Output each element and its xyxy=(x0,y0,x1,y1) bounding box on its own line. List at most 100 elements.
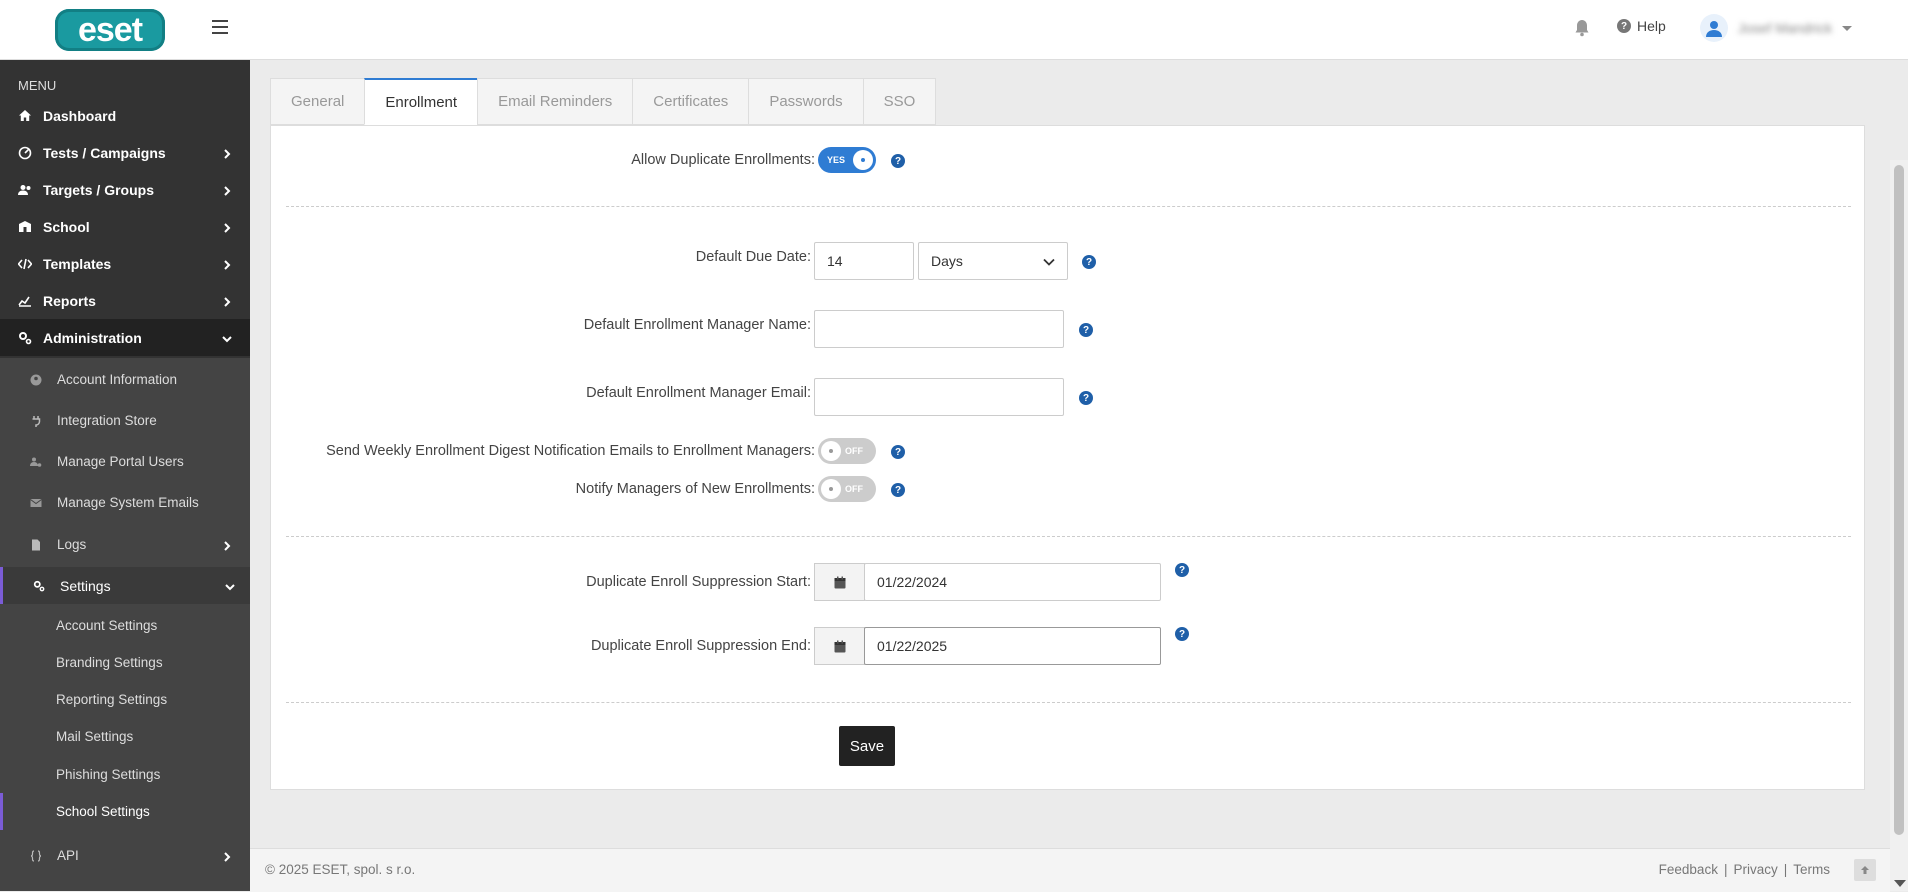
notify-managers-toggle[interactable]: OFF xyxy=(818,476,876,502)
help-hint-icon[interactable]: ? xyxy=(891,445,905,459)
help-hint-icon[interactable]: ? xyxy=(1175,563,1189,577)
sidebar-item-reporting-settings[interactable]: Reporting Settings xyxy=(0,681,250,718)
chevron-right-icon xyxy=(221,221,233,233)
sidebar-item-mail-settings[interactable]: Mail Settings xyxy=(0,718,250,755)
sidebar-item-label: Account Information xyxy=(57,372,178,387)
sidebar-item-administration[interactable]: Administration xyxy=(0,319,250,356)
toggle-state: YES xyxy=(827,155,846,165)
privacy-link[interactable]: Privacy xyxy=(1733,862,1777,877)
calendar-icon[interactable] xyxy=(814,563,865,601)
hamburger-menu-icon[interactable] xyxy=(212,20,228,34)
weekly-digest-toggle[interactable]: OFF xyxy=(818,438,876,464)
sidebar-item-label: Mail Settings xyxy=(56,729,134,744)
suppression-start-input[interactable]: 01/22/2024 xyxy=(864,563,1161,601)
sidebar-item-label: School Settings xyxy=(56,804,150,819)
sidebar-item-label: Targets / Groups xyxy=(43,181,154,198)
feedback-link[interactable]: Feedback xyxy=(1659,862,1718,877)
tab-passwords[interactable]: Passwords xyxy=(748,78,864,125)
braces-icon xyxy=(30,849,42,862)
manager-email-label: Default Enrollment Manager Email: xyxy=(586,385,811,401)
sidebar-item-targets-groups[interactable]: Targets / Groups xyxy=(0,171,250,208)
enrollment-settings-panel: Allow Duplicate Enrollments: YES ? Defau… xyxy=(270,125,1865,790)
footer-links: Feedback | Privacy | Terms xyxy=(1659,862,1830,877)
help-hint-icon[interactable]: ? xyxy=(891,154,905,168)
toggle-state: OFF xyxy=(845,446,863,456)
tab-email-reminders[interactable]: Email Reminders xyxy=(477,78,634,125)
tab-general[interactable]: General xyxy=(270,78,366,125)
sidebar-item-manage-system-emails[interactable]: Manage System Emails xyxy=(0,484,250,521)
plug-icon xyxy=(30,415,42,427)
scroll-down-arrow-icon[interactable] xyxy=(1894,880,1906,887)
user-menu[interactable]: Josef Mandrick xyxy=(1700,14,1853,42)
tab-certificates[interactable]: Certificates xyxy=(632,78,750,125)
sidebar-item-label: Dashboard xyxy=(43,107,117,124)
sidebar-item-reports[interactable]: Reports xyxy=(0,282,250,319)
page-scrollbar[interactable] xyxy=(1890,160,1908,891)
help-hint-icon[interactable]: ? xyxy=(891,483,905,497)
due-date-unit-select[interactable]: Days xyxy=(918,242,1068,280)
calendar-icon[interactable] xyxy=(814,627,865,665)
sidebar-item-school-settings[interactable]: School Settings xyxy=(0,793,250,830)
due-date-input[interactable]: 14 xyxy=(814,242,914,280)
avatar xyxy=(1700,14,1728,42)
chevron-right-icon xyxy=(221,147,233,159)
tab-sso[interactable]: SSO xyxy=(862,78,937,125)
terms-link[interactable]: Terms xyxy=(1793,862,1830,877)
separator: | xyxy=(1783,862,1788,877)
tab-enrollment[interactable]: Enrollment xyxy=(364,78,479,125)
menu-title: MENU xyxy=(18,78,57,93)
sidebar-item-dashboard[interactable]: Dashboard xyxy=(0,97,250,134)
file-icon xyxy=(30,539,42,551)
chevron-right-icon xyxy=(221,295,233,307)
campaign-icon xyxy=(18,146,32,160)
divider xyxy=(286,702,1851,703)
suppression-end-label: Duplicate Enroll Suppression End: xyxy=(590,638,811,654)
sidebar-item-logs[interactable]: Logs xyxy=(0,526,250,563)
sidebar-item-api[interactable]: API xyxy=(0,837,250,874)
eset-logo[interactable]: eset xyxy=(55,9,165,51)
sidebar-item-account-information[interactable]: Account Information xyxy=(0,361,250,398)
allow-duplicate-toggle[interactable]: YES xyxy=(818,147,876,173)
help-hint-icon[interactable]: ? xyxy=(1175,627,1189,641)
save-button[interactable]: Save xyxy=(839,726,895,766)
divider xyxy=(286,536,1851,537)
sidebar-item-integration-store[interactable]: Integration Store xyxy=(0,402,250,439)
toggle-state: OFF xyxy=(845,484,863,494)
manager-name-input[interactable] xyxy=(814,310,1064,348)
question-circle-icon: ? xyxy=(1617,19,1631,33)
help-link[interactable]: ? Help xyxy=(1617,18,1666,34)
code-icon xyxy=(18,257,32,271)
sidebar-item-templates[interactable]: Templates xyxy=(0,245,250,282)
envelope-icon xyxy=(30,497,42,509)
chart-icon xyxy=(18,294,32,308)
home-icon xyxy=(18,109,32,123)
bell-icon[interactable] xyxy=(1574,19,1590,37)
sidebar-item-label: Templates xyxy=(43,255,112,272)
sidebar-item-label: Logs xyxy=(57,537,87,552)
sidebar-item-manage-portal-users[interactable]: Manage Portal Users xyxy=(0,443,250,480)
help-hint-icon[interactable]: ? xyxy=(1079,323,1093,337)
sidebar-item-tests-campaigns[interactable]: Tests / Campaigns xyxy=(0,134,250,171)
help-hint-icon[interactable]: ? xyxy=(1082,255,1096,269)
sidebar-item-label: Reports xyxy=(43,292,96,309)
manager-email-input[interactable] xyxy=(814,378,1064,416)
sidebar-item-phishing-settings[interactable]: Phishing Settings xyxy=(0,756,250,793)
chevron-down-icon xyxy=(1043,253,1055,269)
sidebar-item-settings[interactable]: Settings xyxy=(0,567,250,604)
settings-tabs: General Enrollment Email Reminders Certi… xyxy=(270,78,937,125)
username: Josef Mandrick xyxy=(1738,20,1833,36)
sidebar-item-label: Integration Store xyxy=(57,413,157,428)
sidebar-item-label: Phishing Settings xyxy=(56,767,161,782)
chevron-right-icon xyxy=(221,539,233,551)
help-hint-icon[interactable]: ? xyxy=(1079,391,1093,405)
select-value: Days xyxy=(931,253,963,269)
sidebar-item-school[interactable]: School xyxy=(0,208,250,245)
sidebar-item-account-settings[interactable]: Account Settings xyxy=(0,607,250,644)
scrollbar-thumb[interactable] xyxy=(1894,165,1904,835)
sidebar-item-label: API xyxy=(57,848,79,863)
suppression-start-label: Duplicate Enroll Suppression Start: xyxy=(586,574,811,590)
sidebar-item-branding-settings[interactable]: Branding Settings xyxy=(0,644,250,681)
scroll-to-top-icon[interactable] xyxy=(1854,859,1876,881)
chevron-down-icon xyxy=(1842,25,1853,31)
suppression-end-input[interactable]: 01/22/2025 xyxy=(864,627,1161,665)
